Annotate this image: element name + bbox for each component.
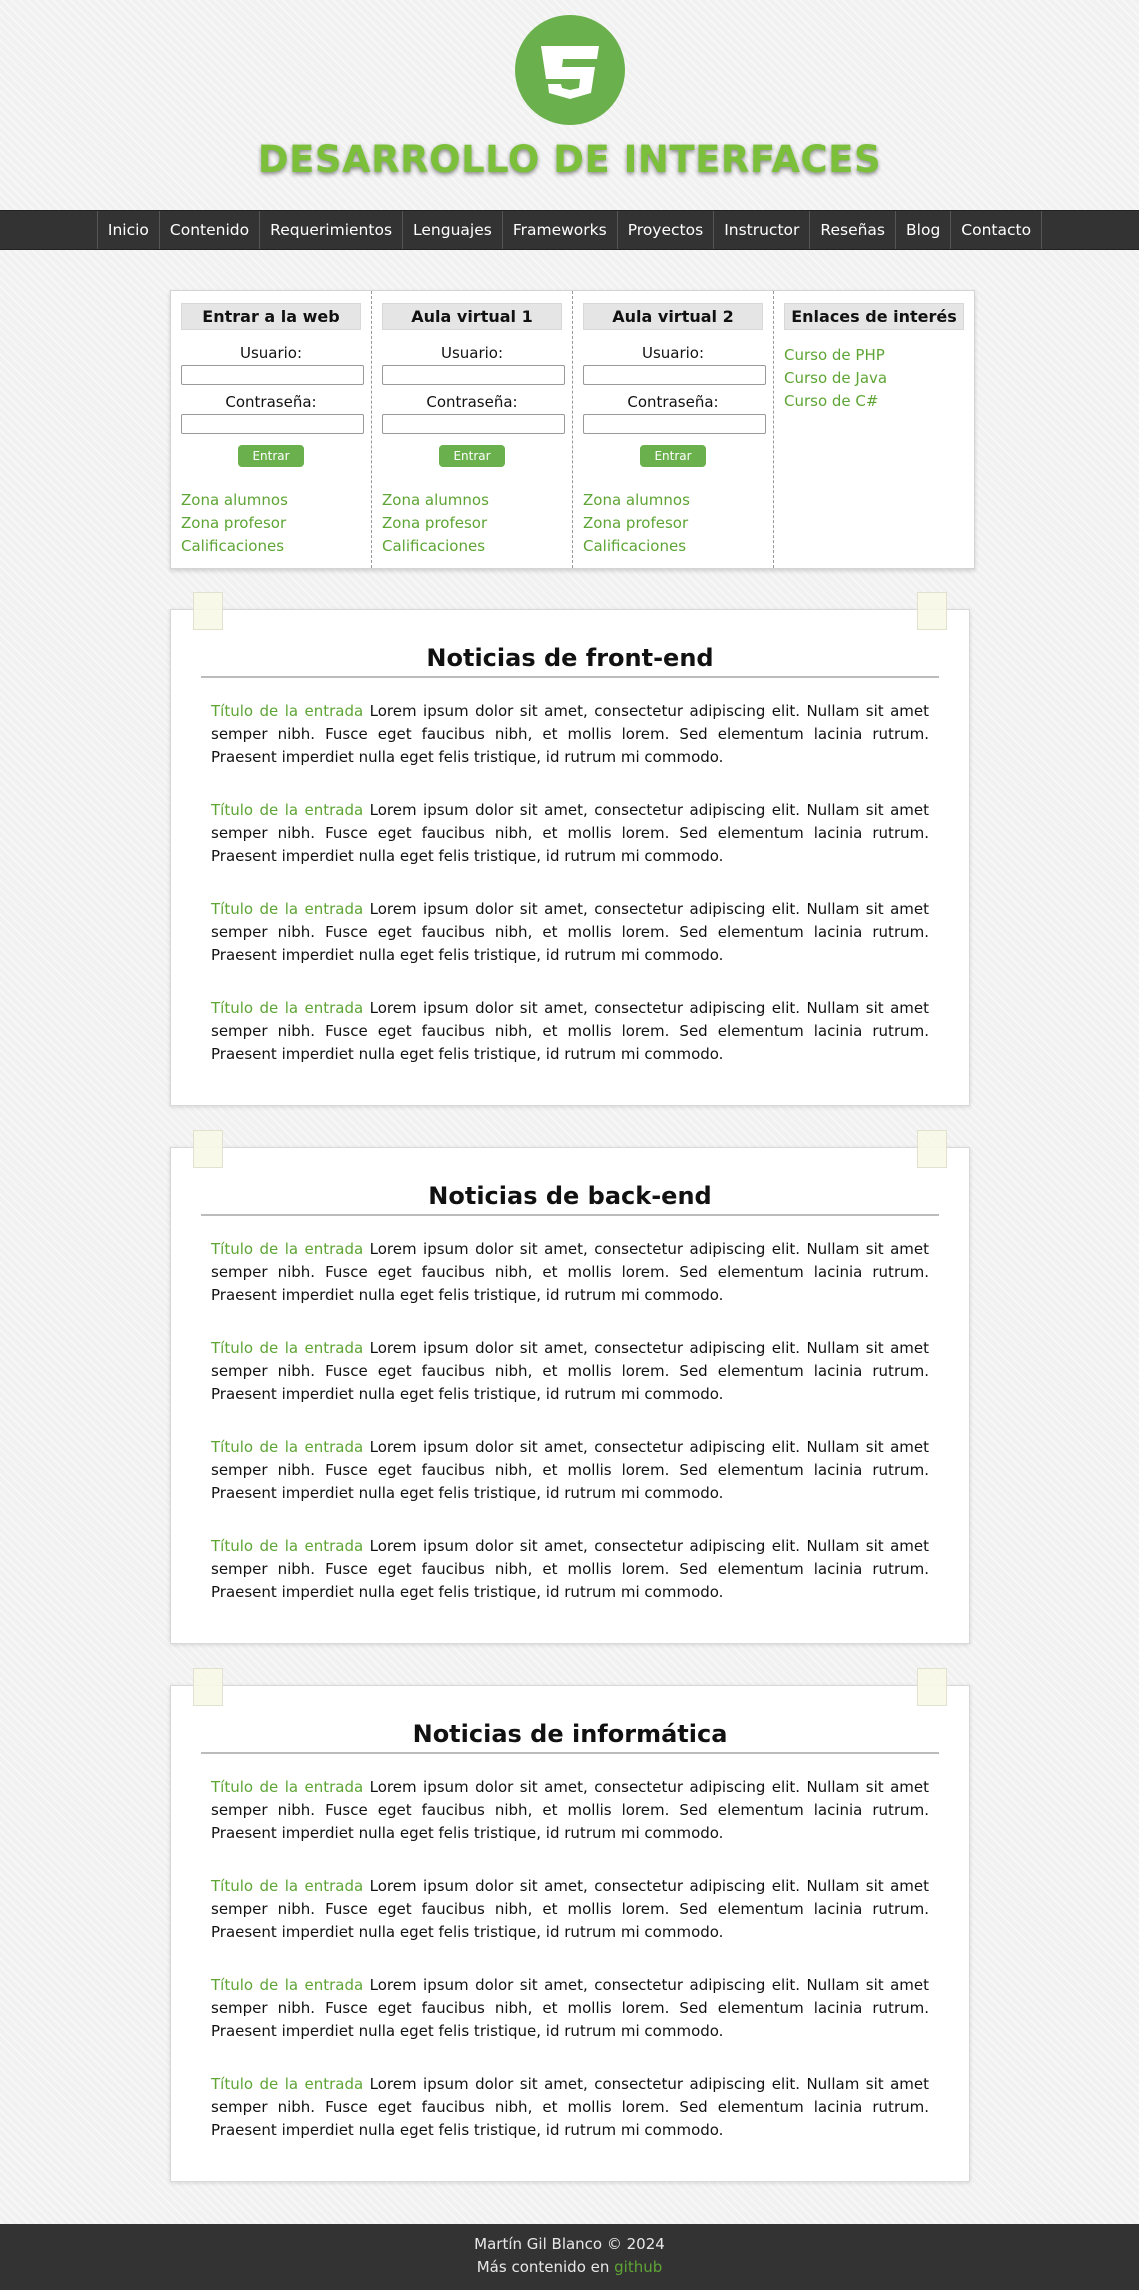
- password-label: Contraseña:: [426, 393, 518, 411]
- interest-links: Curso de PHP Curso de Java Curso de C#: [784, 344, 964, 413]
- nav-list: Inicio Contenido Requerimientos Lenguaje…: [0, 211, 1139, 249]
- nav-item-proyectos[interactable]: Proyectos: [616, 211, 713, 249]
- username-label: Usuario:: [239, 344, 303, 362]
- login-panel: Entrar a la web Usuario: Contraseña: Ent…: [170, 290, 975, 569]
- tape-decoration: [193, 1130, 223, 1168]
- news-list: Título de la entrada Lorem ipsum dolor s…: [211, 1238, 929, 1604]
- nav-item-requerimientos[interactable]: Requerimientos: [259, 211, 402, 249]
- entry-title-link[interactable]: Título de la entrada: [211, 900, 363, 918]
- link-calificaciones[interactable]: Calificaciones: [181, 535, 361, 558]
- entry-title-link[interactable]: Título de la entrada: [211, 999, 363, 1017]
- news-list: Título de la entrada Lorem ipsum dolor s…: [211, 1776, 929, 2142]
- entry-title-link[interactable]: Título de la entrada: [211, 1438, 363, 1456]
- css3-logo-icon[interactable]: [515, 15, 625, 125]
- col-links: Zona alumnos Zona profesor Calificacione…: [382, 489, 562, 558]
- link-zona-profesor[interactable]: Zona profesor: [181, 512, 361, 535]
- login-col-title: Entrar a la web: [181, 303, 361, 330]
- username-label: Usuario:: [641, 344, 705, 362]
- username-label: Usuario:: [440, 344, 504, 362]
- tape-decoration: [917, 1668, 947, 1706]
- news-section-front-end: Noticias de front-end Título de la entra…: [170, 592, 970, 1106]
- entry-title-link[interactable]: Título de la entrada: [211, 1976, 363, 1994]
- news-section-back-end: Noticias de back-end Título de la entrad…: [170, 1130, 970, 1644]
- enter-button[interactable]: Entrar: [439, 445, 505, 467]
- nav-item-inicio[interactable]: Inicio: [96, 211, 159, 249]
- site-footer: Martín Gil Blanco © 2024 Más contenido e…: [0, 2224, 1139, 2290]
- link-zona-profesor[interactable]: Zona profesor: [382, 512, 562, 535]
- login-col-aula-1: Aula virtual 1 Usuario: Contraseña: Entr…: [372, 291, 573, 568]
- nav-item-contenido[interactable]: Contenido: [158, 211, 259, 249]
- entry-title-link[interactable]: Título de la entrada: [211, 1240, 363, 1258]
- enter-button[interactable]: Entrar: [238, 445, 304, 467]
- footer-more: Más contenido en github: [0, 2256, 1139, 2279]
- nav-item-lenguajes[interactable]: Lenguajes: [402, 211, 502, 249]
- col-links: Zona alumnos Zona profesor Calificacione…: [583, 489, 763, 558]
- login-col-web: Entrar a la web Usuario: Contraseña: Ent…: [171, 291, 372, 568]
- site-header: DESARROLLO DE INTERFACES: [0, 0, 1139, 210]
- password-label: Contraseña:: [627, 393, 719, 411]
- news-entry: Título de la entrada Lorem ipsum dolor s…: [211, 898, 929, 967]
- password-input[interactable]: [382, 414, 565, 434]
- entry-title-link[interactable]: Título de la entrada: [211, 1339, 363, 1357]
- link-curso-csharp[interactable]: Curso de C#: [784, 390, 964, 413]
- entry-title-link[interactable]: Título de la entrada: [211, 702, 363, 720]
- password-input[interactable]: [583, 414, 766, 434]
- nav-item-frameworks[interactable]: Frameworks: [501, 211, 617, 249]
- news-entry: Título de la entrada Lorem ipsum dolor s…: [211, 1776, 929, 1845]
- news-section-title: Noticias de front-end: [201, 644, 939, 678]
- news-entry: Título de la entrada Lorem ipsum dolor s…: [211, 2073, 929, 2142]
- link-zona-alumnos[interactable]: Zona alumnos: [583, 489, 763, 512]
- nav-item-contacto[interactable]: Contacto: [950, 211, 1043, 249]
- nav-item-resenas[interactable]: Reseñas: [809, 211, 895, 249]
- entry-title-link[interactable]: Título de la entrada: [211, 801, 363, 819]
- entry-title-link[interactable]: Título de la entrada: [211, 2075, 363, 2093]
- news-entry: Título de la entrada Lorem ipsum dolor s…: [211, 1974, 929, 2043]
- entry-title-link[interactable]: Título de la entrada: [211, 1778, 363, 1796]
- main-nav: Inicio Contenido Requerimientos Lenguaje…: [0, 210, 1139, 250]
- username-input[interactable]: [181, 365, 364, 385]
- username-input[interactable]: [382, 365, 565, 385]
- entry-title-link[interactable]: Título de la entrada: [211, 1877, 363, 1895]
- news-entry: Título de la entrada Lorem ipsum dolor s…: [211, 700, 929, 769]
- news-list: Título de la entrada Lorem ipsum dolor s…: [211, 700, 929, 1066]
- link-curso-php[interactable]: Curso de PHP: [784, 344, 964, 367]
- link-calificaciones[interactable]: Calificaciones: [382, 535, 562, 558]
- news-entry: Título de la entrada Lorem ipsum dolor s…: [211, 1337, 929, 1406]
- tape-decoration: [193, 1668, 223, 1706]
- news-entry: Título de la entrada Lorem ipsum dolor s…: [211, 997, 929, 1066]
- tape-decoration: [193, 592, 223, 630]
- tape-decoration: [917, 1130, 947, 1168]
- github-link[interactable]: github: [614, 2258, 662, 2276]
- enter-button[interactable]: Entrar: [640, 445, 706, 467]
- link-zona-alumnos[interactable]: Zona alumnos: [181, 489, 361, 512]
- col-links: Zona alumnos Zona profesor Calificacione…: [181, 489, 361, 558]
- tape-decoration: [917, 592, 947, 630]
- link-calificaciones[interactable]: Calificaciones: [583, 535, 763, 558]
- news-entry: Título de la entrada Lorem ipsum dolor s…: [211, 1535, 929, 1604]
- login-col-aula-2: Aula virtual 2 Usuario: Contraseña: Entr…: [573, 291, 774, 568]
- news-section-title: Noticias de back-end: [201, 1182, 939, 1216]
- interest-col: Enlaces de interés Curso de PHP Curso de…: [774, 291, 974, 568]
- password-input[interactable]: [181, 414, 364, 434]
- nav-item-blog[interactable]: Blog: [895, 211, 950, 249]
- entry-title-link[interactable]: Título de la entrada: [211, 1537, 363, 1555]
- nav-item-instructor[interactable]: Instructor: [713, 211, 809, 249]
- link-zona-profesor[interactable]: Zona profesor: [583, 512, 763, 535]
- footer-more-prefix: Más contenido en: [476, 2258, 615, 2276]
- site-title: DESARROLLO DE INTERFACES: [257, 138, 882, 181]
- username-input[interactable]: [583, 365, 766, 385]
- news-entry: Título de la entrada Lorem ipsum dolor s…: [211, 1436, 929, 1505]
- interest-title: Enlaces de interés: [784, 303, 964, 330]
- news-section-title: Noticias de informática: [201, 1720, 939, 1754]
- login-col-title: Aula virtual 1: [382, 303, 562, 330]
- password-label: Contraseña:: [225, 393, 317, 411]
- login-col-title: Aula virtual 2: [583, 303, 763, 330]
- footer-credit: Martín Gil Blanco © 2024: [474, 2235, 665, 2253]
- link-zona-alumnos[interactable]: Zona alumnos: [382, 489, 562, 512]
- news-entry: Título de la entrada Lorem ipsum dolor s…: [211, 799, 929, 868]
- news-section-informatica: Noticias de informática Título de la ent…: [170, 1668, 970, 2182]
- news-entry: Título de la entrada Lorem ipsum dolor s…: [211, 1875, 929, 1944]
- link-curso-java[interactable]: Curso de Java: [784, 367, 964, 390]
- news-entry: Título de la entrada Lorem ipsum dolor s…: [211, 1238, 929, 1307]
